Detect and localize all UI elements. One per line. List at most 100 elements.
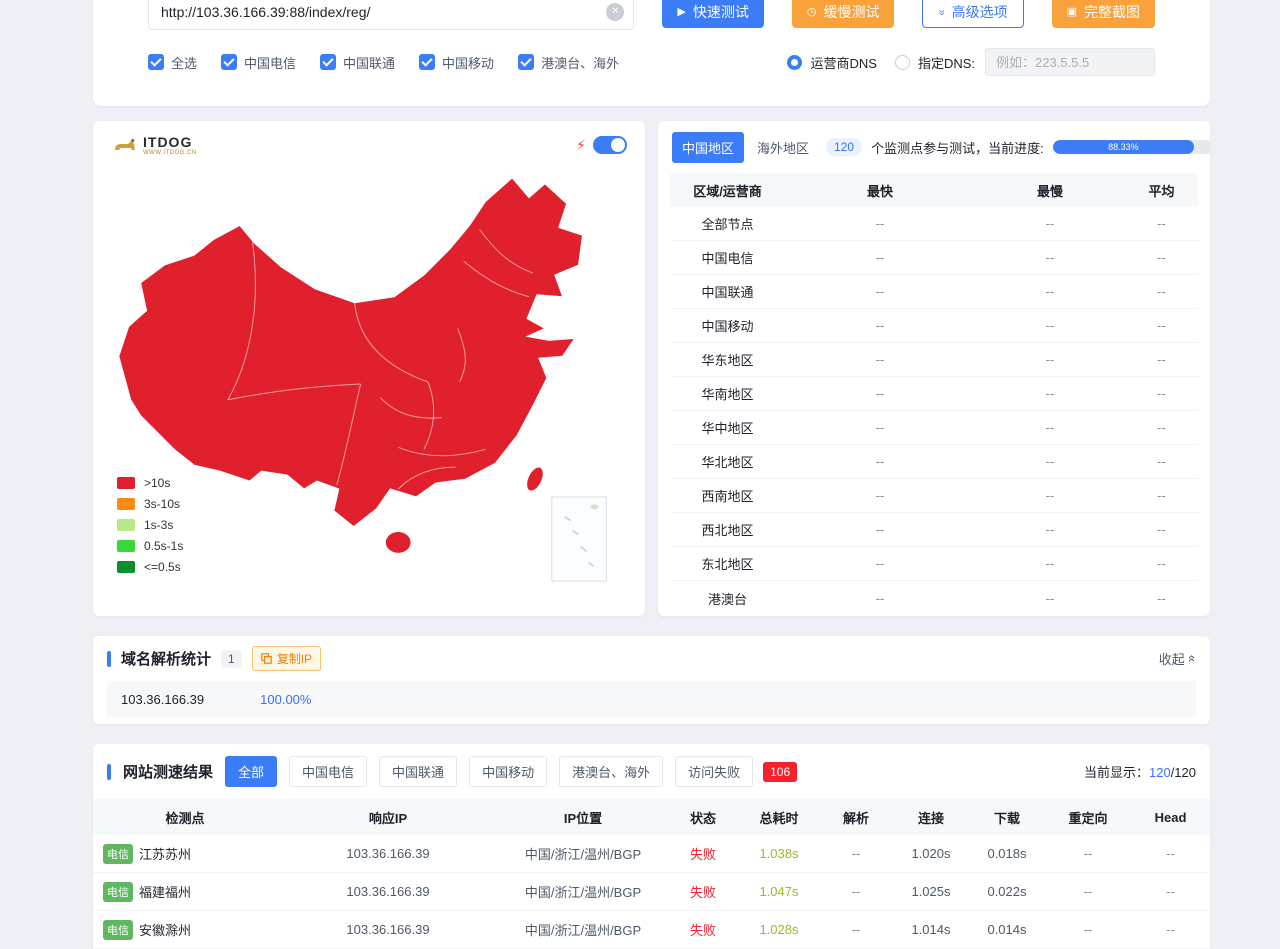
- dns-stats-header: 域名解析统计 1 复制IP 收起 «: [107, 646, 1196, 671]
- status-badge: 失败: [667, 920, 739, 939]
- dns-result-row: 103.36.166.39 100.00%: [107, 681, 1196, 717]
- avg-value: --: [1125, 386, 1198, 401]
- tab-china-unicom[interactable]: 中国联通: [379, 756, 457, 787]
- hainan-island: [385, 532, 411, 554]
- avg-value: --: [1125, 284, 1198, 299]
- slowest-value: --: [975, 556, 1125, 571]
- fastest-value: --: [785, 352, 975, 367]
- progress-bar: 88.33%: [1053, 140, 1210, 154]
- col-download: 下载: [969, 808, 1045, 827]
- clock-icon: ◷: [807, 7, 817, 18]
- checkbox-hmt-overseas[interactable]: 港澳台、海外: [518, 53, 619, 72]
- checkbox-china-mobile[interactable]: 中国移动: [419, 53, 494, 72]
- full-screenshot-button[interactable]: ▣ 完整截图: [1052, 0, 1155, 28]
- avg-value: --: [1125, 318, 1198, 333]
- copy-icon: [261, 653, 272, 664]
- results-table-header: 检测点 响应IP IP位置 状态 总耗时 解析 连接 下载 重定向 Head: [93, 799, 1210, 835]
- legend-color-swatch: [117, 561, 135, 573]
- fastest-value: --: [785, 454, 975, 469]
- legend-item: 3s-10s: [117, 497, 183, 511]
- download-time: 0.018s: [969, 846, 1045, 861]
- table-row: 西南地区 -- -- --: [670, 479, 1198, 513]
- ip-location: 中国/浙江/温州/BGP: [499, 844, 667, 863]
- results-card: 网站测速结果 全部 中国电信 中国联通 中国移动 港澳台、海外 访问失败 106…: [93, 744, 1210, 949]
- table-row: 电信 安徽滁州 103.36.166.39 中国/浙江/温州/BGP 失败 1.…: [93, 911, 1210, 949]
- tab-china-telecom[interactable]: 中国电信: [289, 756, 367, 787]
- fastest-value: --: [785, 216, 975, 231]
- collapse-toggle[interactable]: 收起 «: [1159, 649, 1196, 668]
- col-average: 平均: [1125, 181, 1198, 200]
- fastest-value: --: [785, 556, 975, 571]
- custom-dns-input[interactable]: [985, 48, 1155, 76]
- tab-access-failed[interactable]: 访问失败: [675, 756, 753, 787]
- filter-row: 全选 中国电信 中国联通 中国移动 港澳台、海外 运营商DNS: [148, 48, 1155, 76]
- head-time: --: [1131, 922, 1210, 937]
- region-table-header: 区域/运营商 最快 最慢 平均: [670, 173, 1198, 207]
- fastest-value: --: [785, 420, 975, 435]
- region-name: 中国电信: [670, 248, 785, 267]
- progress-label: 个监测点参与测试，当前进度:: [871, 138, 1044, 157]
- copy-ip-button[interactable]: 复制IP: [252, 646, 321, 671]
- slowest-value: --: [975, 591, 1125, 606]
- col-node: 检测点: [93, 808, 277, 827]
- checkbox-china-telecom[interactable]: 中国电信: [221, 53, 296, 72]
- table-row: 西北地区 -- -- --: [670, 513, 1198, 547]
- col-status: 状态: [667, 808, 739, 827]
- region-name: 华东地区: [670, 350, 785, 369]
- slowest-value: --: [975, 216, 1125, 231]
- failed-count-badge: 106: [763, 762, 797, 782]
- resolve-time: --: [819, 922, 893, 937]
- legend-item: >10s: [117, 476, 183, 490]
- table-row: 中国移动 -- -- --: [670, 309, 1198, 343]
- checkbox-select-all[interactable]: 全选: [148, 53, 197, 72]
- region-name: 西北地区: [670, 520, 785, 539]
- tab-china-region[interactable]: 中国地区: [672, 132, 744, 163]
- tab-overseas-region[interactable]: 海外地区: [753, 132, 813, 163]
- col-total-time: 总耗时: [739, 808, 819, 827]
- col-resolve: 解析: [819, 808, 893, 827]
- response-ip: 103.36.166.39: [277, 846, 499, 861]
- map-monitor-row: ITDOG WWW.ITDOG.CN ⚡: [93, 121, 1210, 616]
- radio-isp-dns[interactable]: [787, 55, 802, 70]
- slowest-value: --: [975, 522, 1125, 537]
- tab-china-mobile[interactable]: 中国移动: [469, 756, 547, 787]
- isp-badge: 电信: [103, 844, 133, 864]
- resolve-time: --: [819, 846, 893, 861]
- radio-custom-dns[interactable]: [895, 55, 910, 70]
- section-title: 网站测速结果: [123, 761, 213, 782]
- ip-location: 中国/浙江/温州/BGP: [499, 882, 667, 901]
- checkbox-checked-icon: [518, 54, 534, 70]
- realtime-toggle[interactable]: [593, 136, 627, 154]
- avg-value: --: [1125, 454, 1198, 469]
- advanced-options-button[interactable]: » 高级选项: [922, 0, 1023, 28]
- col-response-ip: 响应IP: [277, 808, 499, 827]
- play-icon: ▶: [677, 7, 685, 18]
- node-name: 福建福州: [139, 882, 191, 901]
- taiwan-island: [523, 464, 546, 493]
- region-summary-table: 区域/运营商 最快 最慢 平均 全部节点 -- -- -- 中国电信 -- --…: [658, 173, 1210, 615]
- slow-test-button[interactable]: ◷ 缓慢测试: [792, 0, 895, 28]
- region-name: 东北地区: [670, 554, 785, 573]
- avg-value: --: [1125, 488, 1198, 503]
- checkbox-checked-icon: [148, 54, 164, 70]
- double-chevron-up-icon: «: [1185, 655, 1200, 662]
- download-time: 0.014s: [969, 922, 1045, 937]
- legend-color-swatch: [117, 498, 135, 510]
- ip-location: 中国/浙江/温州/BGP: [499, 920, 667, 939]
- table-row: 电信 江苏苏州 103.36.166.39 中国/浙江/温州/BGP 失败 1.…: [93, 835, 1210, 873]
- checkbox-checked-icon: [221, 54, 237, 70]
- checkbox-china-unicom[interactable]: 中国联通: [320, 53, 395, 72]
- results-header: 网站测速结果 全部 中国电信 中国联通 中国移动 港澳台、海外 访问失败 106…: [93, 756, 1210, 787]
- url-input[interactable]: [148, 0, 634, 30]
- tab-hmt-overseas[interactable]: 港澳台、海外: [559, 756, 663, 787]
- quick-test-button[interactable]: ▶ 快速测试: [662, 0, 763, 28]
- slowest-value: --: [975, 420, 1125, 435]
- avg-value: --: [1125, 556, 1198, 571]
- tab-all[interactable]: 全部: [225, 756, 277, 787]
- total-time: 1.028s: [739, 922, 819, 937]
- dns-stats-card: 域名解析统计 1 复制IP 收起 « 103.36.166.39 100.00%: [93, 636, 1210, 724]
- legend-color-swatch: [117, 540, 135, 552]
- col-redirect: 重定向: [1045, 808, 1131, 827]
- monitor-count-badge: 120: [826, 138, 862, 156]
- slowest-value: --: [975, 454, 1125, 469]
